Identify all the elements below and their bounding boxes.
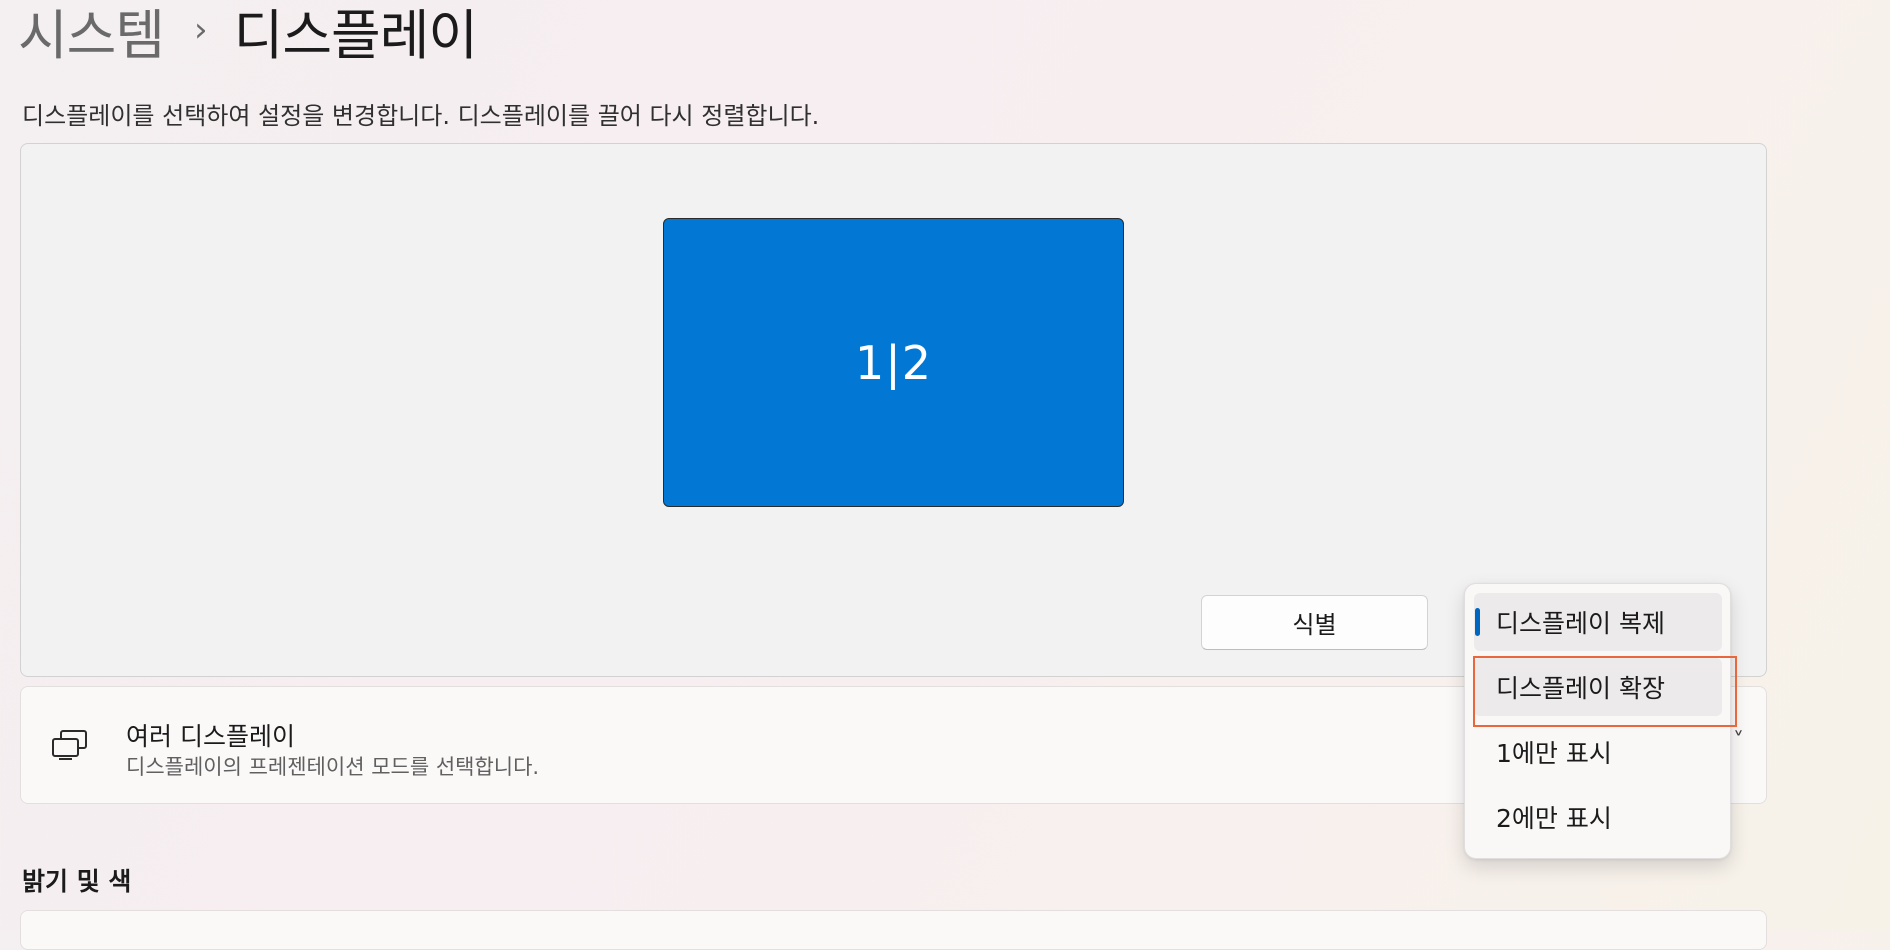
dropdown-option-label: 1에만 표시: [1496, 739, 1612, 768]
dropdown-option-label: 디스플레이 복제: [1496, 609, 1665, 638]
dropdown-option-show-only-1[interactable]: 1에만 표시: [1474, 723, 1722, 781]
selected-indicator: [1475, 608, 1480, 636]
chevron-down-icon[interactable]: ˅: [1733, 729, 1744, 754]
dropdown-option-extend[interactable]: 디스플레이 확장: [1474, 658, 1722, 716]
monitor-tile[interactable]: 1|2: [663, 218, 1124, 507]
breadcrumb-separator: ›: [194, 10, 208, 50]
identify-button[interactable]: 식별: [1201, 595, 1428, 650]
multiple-displays-title: 여러 디스플레이: [126, 722, 295, 751]
page-title: 디스플레이: [233, 3, 478, 67]
multiple-displays-description: 디스플레이의 프레젠테이션 모드를 선택합니다.: [126, 755, 540, 779]
dropdown-option-label: 디스플레이 확장: [1496, 674, 1665, 703]
brightness-card[interactable]: [20, 910, 1767, 950]
multiple-displays-icon: [52, 730, 87, 760]
display-mode-dropdown: 디스플레이 복제 디스플레이 확장 1에만 표시 2에만 표시: [1464, 583, 1731, 859]
section-title-brightness-color: 밝기 및 색: [22, 867, 132, 896]
dropdown-option-duplicate[interactable]: 디스플레이 복제: [1474, 593, 1722, 651]
dropdown-option-show-only-2[interactable]: 2에만 표시: [1474, 788, 1722, 846]
arrange-instructions: 디스플레이를 선택하여 설정을 변경합니다. 디스플레이를 끌어 다시 정렬합니…: [22, 102, 820, 130]
breadcrumb-system-link[interactable]: 시스템: [18, 0, 165, 70]
dropdown-option-label: 2에만 표시: [1496, 804, 1612, 833]
monitor-label: 1|2: [854, 335, 933, 390]
breadcrumb: 시스템 › 디스플레이: [18, 0, 478, 67]
